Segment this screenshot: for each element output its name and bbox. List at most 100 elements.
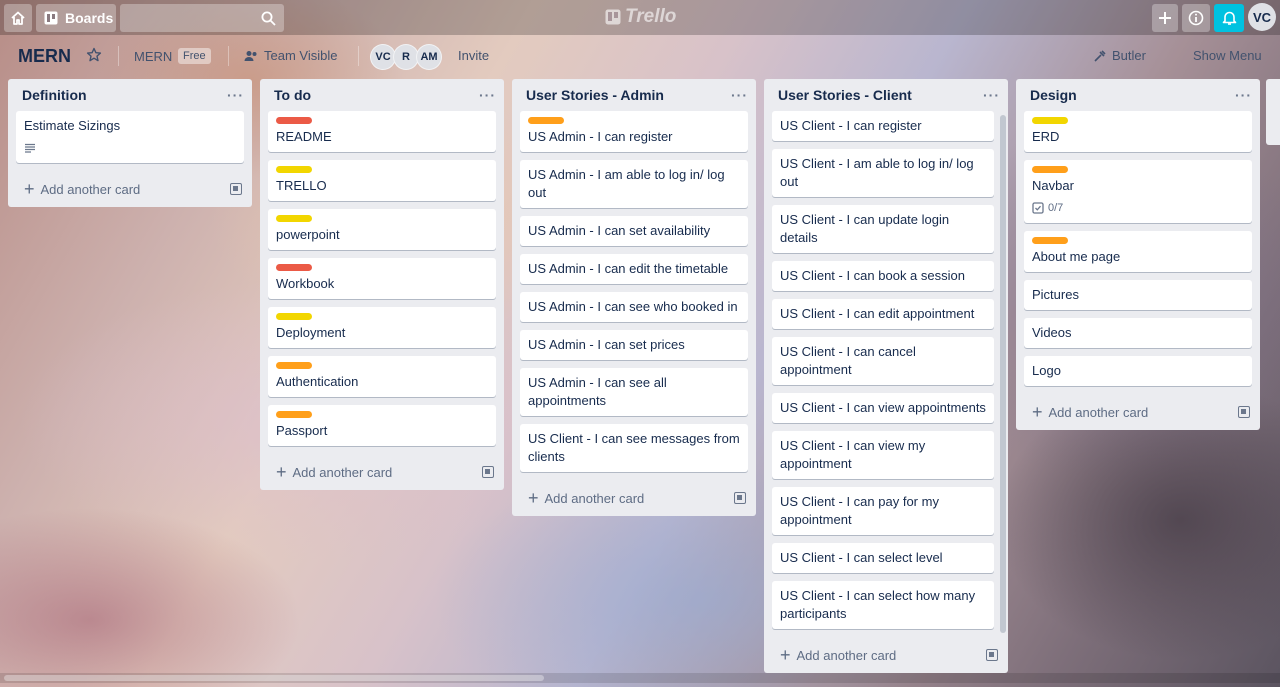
card-label-orange[interactable]: [528, 117, 564, 124]
card-label-yellow[interactable]: [1032, 117, 1068, 124]
card[interactable]: US Client - I can view appointments: [772, 393, 994, 423]
card-template-icon[interactable]: [734, 492, 746, 504]
card[interactable]: Estimate Sizings: [16, 111, 244, 163]
card-title: Estimate Sizings: [24, 118, 121, 133]
card-template-icon[interactable]: [986, 649, 998, 661]
card[interactable]: Logo: [1024, 356, 1252, 386]
card[interactable]: About me page: [1024, 231, 1252, 272]
card[interactable]: Passport: [268, 405, 496, 446]
board-horizontal-scrollbar[interactable]: [0, 673, 1280, 683]
divider: [358, 46, 359, 66]
card-label-orange[interactable]: [276, 411, 312, 418]
card[interactable]: US Admin - I can set prices: [520, 330, 748, 360]
list-title[interactable]: To do: [274, 87, 311, 103]
trello-logo-icon: [605, 9, 621, 25]
add-card-button[interactable]: + Add another card: [512, 480, 756, 516]
card[interactable]: US Client - I can register: [772, 111, 994, 141]
card-title: US Client - I am able to log in/ log out: [780, 156, 974, 189]
list-title[interactable]: Design: [1030, 87, 1077, 103]
list-title[interactable]: Definition: [22, 87, 87, 103]
card[interactable]: US Admin - I can see who booked in: [520, 292, 748, 322]
card[interactable]: US Client - I can edit appointment: [772, 299, 994, 329]
list-title[interactable]: User Stories - Client: [778, 87, 912, 103]
butler-button[interactable]: Butler: [1094, 48, 1146, 63]
list-menu-button[interactable]: ···: [227, 87, 244, 103]
card-title: Logo: [1032, 363, 1061, 378]
add-card-button[interactable]: + Add another card: [8, 171, 252, 207]
list-menu-button[interactable]: ···: [983, 87, 1000, 103]
list-title[interactable]: User Stories - Admin: [526, 87, 664, 103]
card[interactable]: US Client - I can book a session: [772, 261, 994, 291]
card-title: US Client - I can view appointments: [780, 400, 986, 415]
plus-icon: [1159, 12, 1171, 24]
board-title[interactable]: MERN: [18, 46, 71, 67]
card[interactable]: README: [268, 111, 496, 152]
team-name[interactable]: MERN: [134, 49, 172, 64]
create-button[interactable]: [1152, 4, 1178, 32]
card[interactable]: US Admin - I can set availability: [520, 216, 748, 246]
scrollbar-thumb[interactable]: [4, 675, 544, 681]
boards-icon: [44, 11, 58, 25]
add-card-button[interactable]: + Add another card: [764, 637, 1008, 673]
home-button[interactable]: [4, 4, 32, 32]
list-menu-button[interactable]: ···: [1235, 87, 1252, 103]
card[interactable]: Workbook: [268, 258, 496, 299]
user-avatar[interactable]: VC: [1248, 3, 1276, 31]
card-template-icon[interactable]: [1238, 406, 1250, 418]
card-title: Pictures: [1032, 287, 1079, 302]
card[interactable]: powerpoint: [268, 209, 496, 250]
plus-icon: +: [276, 462, 287, 482]
list-scrollbar[interactable]: [1000, 115, 1006, 633]
card-template-icon[interactable]: [230, 183, 242, 195]
card-title: README: [276, 129, 332, 144]
search-input[interactable]: [120, 4, 284, 32]
card[interactable]: Deployment: [268, 307, 496, 348]
card[interactable]: US Client - I can select how many partic…: [772, 581, 994, 629]
card-label-orange[interactable]: [1032, 166, 1068, 173]
card[interactable]: Pictures: [1024, 280, 1252, 310]
add-card-button[interactable]: + Add another card: [1016, 394, 1260, 430]
list-menu-button[interactable]: ···: [479, 87, 496, 103]
card-label-yellow[interactable]: [276, 166, 312, 173]
card[interactable]: US Client - I can select level: [772, 543, 994, 573]
boards-button[interactable]: Boards: [36, 4, 116, 32]
card[interactable]: US Client - I can pay for my appointment: [772, 487, 994, 535]
add-card-button[interactable]: + Add another card: [260, 454, 504, 490]
card[interactable]: US Client - I can cancel appointment: [772, 337, 994, 385]
show-menu-button[interactable]: Show Menu: [1193, 48, 1262, 63]
card-label-orange[interactable]: [1032, 237, 1068, 244]
card-label-orange[interactable]: [276, 362, 312, 369]
card[interactable]: TRELLO: [268, 160, 496, 201]
card[interactable]: US Admin - I am able to log in/ log out: [520, 160, 748, 208]
card[interactable]: ERD: [1024, 111, 1252, 152]
card-label-red[interactable]: [276, 117, 312, 124]
member-avatar[interactable]: AM: [416, 44, 442, 70]
card-title: Videos: [1032, 325, 1072, 340]
card[interactable]: US Client - I can see messages from clie…: [520, 424, 748, 472]
star-board-button[interactable]: [86, 47, 104, 65]
card-template-icon[interactable]: [482, 466, 494, 478]
card-label-yellow[interactable]: [276, 215, 312, 222]
visibility-button[interactable]: Team Visible: [244, 48, 337, 63]
card-label-red[interactable]: [276, 264, 312, 271]
invite-button[interactable]: Invite: [458, 48, 489, 63]
card[interactable]: Authentication: [268, 356, 496, 397]
checklist-count: 0/7: [1048, 202, 1064, 214]
card[interactable]: US Client - I can update login details: [772, 205, 994, 253]
card[interactable]: US Client - I can view my appointment: [772, 431, 994, 479]
card[interactable]: US Admin - I can register: [520, 111, 748, 152]
list-user-stories-admin: User Stories - Admin ··· US Admin - I ca…: [512, 79, 756, 516]
card[interactable]: US Admin - I can see all appointments: [520, 368, 748, 416]
notifications-button[interactable]: [1214, 4, 1244, 32]
app-header: Boards Trello VC: [0, 0, 1280, 35]
card-label-yellow[interactable]: [276, 313, 312, 320]
card[interactable]: Navbar 0/7: [1024, 160, 1252, 223]
card-title: US Admin - I can see who booked in: [528, 299, 738, 314]
next-list-partial[interactable]: [1266, 79, 1280, 145]
list-menu-button[interactable]: ···: [731, 87, 748, 103]
card[interactable]: Videos: [1024, 318, 1252, 348]
trello-logo[interactable]: Trello: [605, 6, 676, 28]
card[interactable]: US Client - I am able to log in/ log out: [772, 149, 994, 197]
info-button[interactable]: [1182, 4, 1210, 32]
card[interactable]: US Admin - I can edit the timetable: [520, 254, 748, 284]
